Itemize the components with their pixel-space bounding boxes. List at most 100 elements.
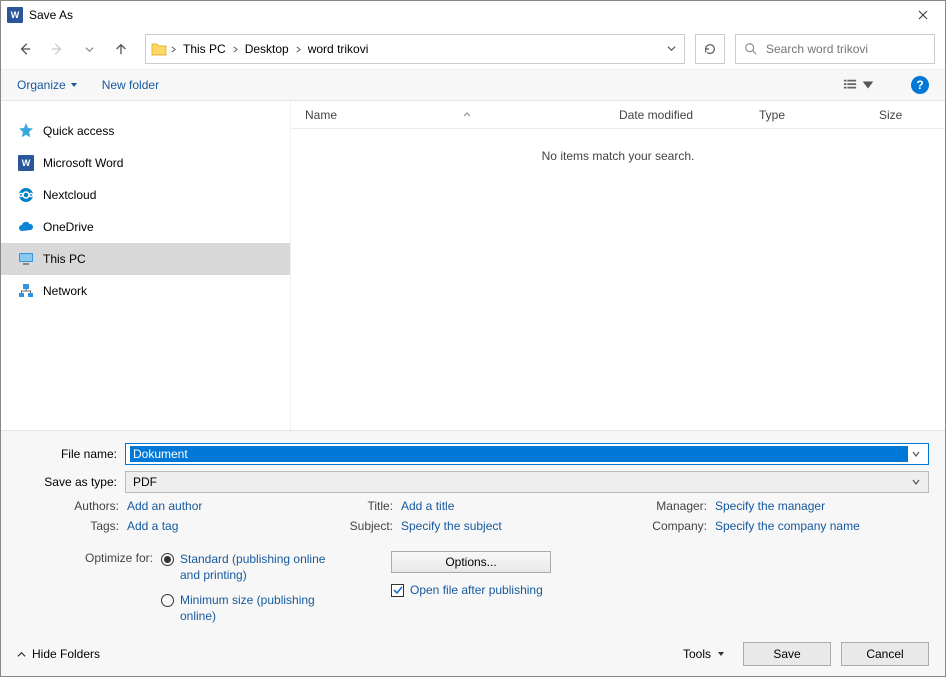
new-folder-button[interactable]: New folder	[102, 78, 159, 92]
word-app-icon: W	[7, 7, 23, 23]
caret-down-icon	[70, 81, 78, 89]
footer: Hide Folders Tools Save Cancel	[1, 632, 945, 676]
sidebar-item-label: This PC	[43, 252, 86, 266]
star-icon	[17, 122, 35, 140]
hide-folders-label: Hide Folders	[32, 647, 100, 661]
optimize-minimum-radio[interactable]: Minimum size (publishing online)	[161, 592, 331, 624]
word-icon: W	[17, 154, 35, 172]
sidebar-item-label: OneDrive	[43, 220, 94, 234]
sort-indicator	[343, 112, 591, 117]
sidebar-item-network[interactable]: Network	[1, 275, 290, 307]
open-after-checkbox[interactable]: Open file after publishing	[391, 583, 551, 597]
sidebar-item-label: Network	[43, 284, 87, 298]
manager-value[interactable]: Specify the manager	[715, 499, 825, 513]
save-button[interactable]: Save	[743, 642, 831, 666]
chevron-down-icon	[85, 45, 94, 54]
authors-label: Authors:	[17, 499, 127, 513]
chevron-right-icon	[170, 46, 177, 53]
tags-value[interactable]: Add a tag	[127, 519, 178, 533]
caret-down-icon	[861, 78, 875, 92]
sidebar-item-onedrive[interactable]: OneDrive	[1, 211, 290, 243]
forward-button[interactable]	[43, 35, 71, 63]
column-size[interactable]: Size	[865, 108, 945, 122]
chevron-right-icon	[295, 46, 302, 53]
close-icon	[918, 10, 928, 20]
authors-value[interactable]: Add an author	[127, 499, 202, 513]
close-button[interactable]	[900, 1, 945, 29]
new-folder-label: New folder	[102, 78, 159, 92]
filename-value[interactable]: Dokument	[130, 446, 908, 462]
arrow-left-icon	[18, 42, 32, 56]
chevron-down-icon	[912, 450, 920, 458]
main-area: Quick access W Microsoft Word Nextcloud …	[1, 101, 945, 430]
sidebar-item-this-pc[interactable]: This PC	[1, 243, 290, 275]
titlebar: W Save As	[1, 1, 945, 29]
cancel-button[interactable]: Cancel	[841, 642, 929, 666]
tags-label: Tags:	[17, 519, 127, 533]
column-type[interactable]: Type	[745, 108, 865, 122]
search-input[interactable]	[764, 41, 926, 57]
column-date[interactable]: Date modified	[605, 108, 745, 122]
sidebar-item-label: Quick access	[43, 124, 114, 138]
save-as-dialog: W Save As This PC Desktop word tr	[0, 0, 946, 677]
title-value[interactable]: Add a title	[401, 499, 454, 513]
address-bar[interactable]: This PC Desktop word trikovi	[145, 34, 685, 64]
options-button[interactable]: Options...	[391, 551, 551, 573]
bottom-panel: File name: Dokument Save as type: PDF Au…	[1, 430, 945, 632]
help-button[interactable]: ?	[911, 76, 929, 94]
hide-folders-button[interactable]: Hide Folders	[17, 647, 100, 661]
search-box[interactable]	[735, 34, 935, 64]
view-options-button[interactable]	[843, 78, 875, 92]
sidebar-item-quick-access[interactable]: Quick access	[1, 115, 290, 147]
back-button[interactable]	[11, 35, 39, 63]
sidebar-item-nextcloud[interactable]: Nextcloud	[1, 179, 290, 211]
column-label: Date modified	[619, 108, 693, 122]
optimize-label: Optimize for:	[17, 551, 161, 632]
radio-icon	[161, 553, 174, 566]
type-combo[interactable]: PDF	[125, 471, 929, 493]
recent-locations-button[interactable]	[75, 35, 103, 63]
type-dropdown[interactable]	[908, 475, 924, 489]
network-icon	[17, 282, 35, 300]
chevron-down-icon	[667, 44, 676, 53]
sidebar-item-label: Nextcloud	[43, 188, 96, 202]
optimize-standard-label: Standard (publishing online and printing…	[180, 551, 331, 583]
nav-row: This PC Desktop word trikovi	[1, 29, 945, 69]
view-list-icon	[843, 78, 857, 92]
arrow-up-icon	[114, 42, 128, 56]
folder-icon	[150, 40, 168, 58]
column-name[interactable]: Name	[291, 108, 605, 122]
breadcrumb-folder[interactable]: word trikovi	[304, 40, 373, 58]
breadcrumb-this-pc[interactable]: This PC	[179, 40, 230, 58]
search-icon	[744, 42, 758, 56]
title-label: Title:	[321, 499, 401, 513]
column-label: Name	[305, 108, 337, 122]
caret-down-icon	[717, 650, 725, 658]
optimize-minimum-label: Minimum size (publishing online)	[180, 592, 331, 624]
arrow-right-icon	[50, 42, 64, 56]
breadcrumb-desktop[interactable]: Desktop	[241, 40, 293, 58]
toolbar: Organize New folder ?	[1, 69, 945, 101]
chevron-right-icon	[232, 46, 239, 53]
empty-message: No items match your search.	[291, 129, 945, 183]
optimize-row: Optimize for: Standard (publishing onlin…	[17, 551, 929, 632]
up-button[interactable]	[107, 35, 135, 63]
tools-dropdown[interactable]: Tools	[675, 643, 733, 665]
monitor-icon	[17, 250, 35, 268]
column-label: Size	[879, 108, 902, 122]
refresh-button[interactable]	[695, 34, 725, 64]
address-dropdown[interactable]	[663, 38, 680, 60]
metadata-grid: Authors:Add an author Tags:Add a tag Tit…	[17, 499, 929, 539]
filename-combo[interactable]: Dokument	[125, 443, 929, 465]
sidebar-item-word[interactable]: W Microsoft Word	[1, 147, 290, 179]
chevron-down-icon	[912, 478, 920, 486]
subject-value[interactable]: Specify the subject	[401, 519, 502, 533]
manager-label: Manager:	[625, 499, 715, 513]
column-label: Type	[759, 108, 785, 122]
cloud-icon	[17, 218, 35, 236]
optimize-standard-radio[interactable]: Standard (publishing online and printing…	[161, 551, 331, 583]
dialog-title: Save As	[29, 8, 900, 22]
filename-dropdown[interactable]	[908, 447, 924, 461]
organize-button[interactable]: Organize	[17, 78, 78, 92]
company-value[interactable]: Specify the company name	[715, 519, 860, 533]
